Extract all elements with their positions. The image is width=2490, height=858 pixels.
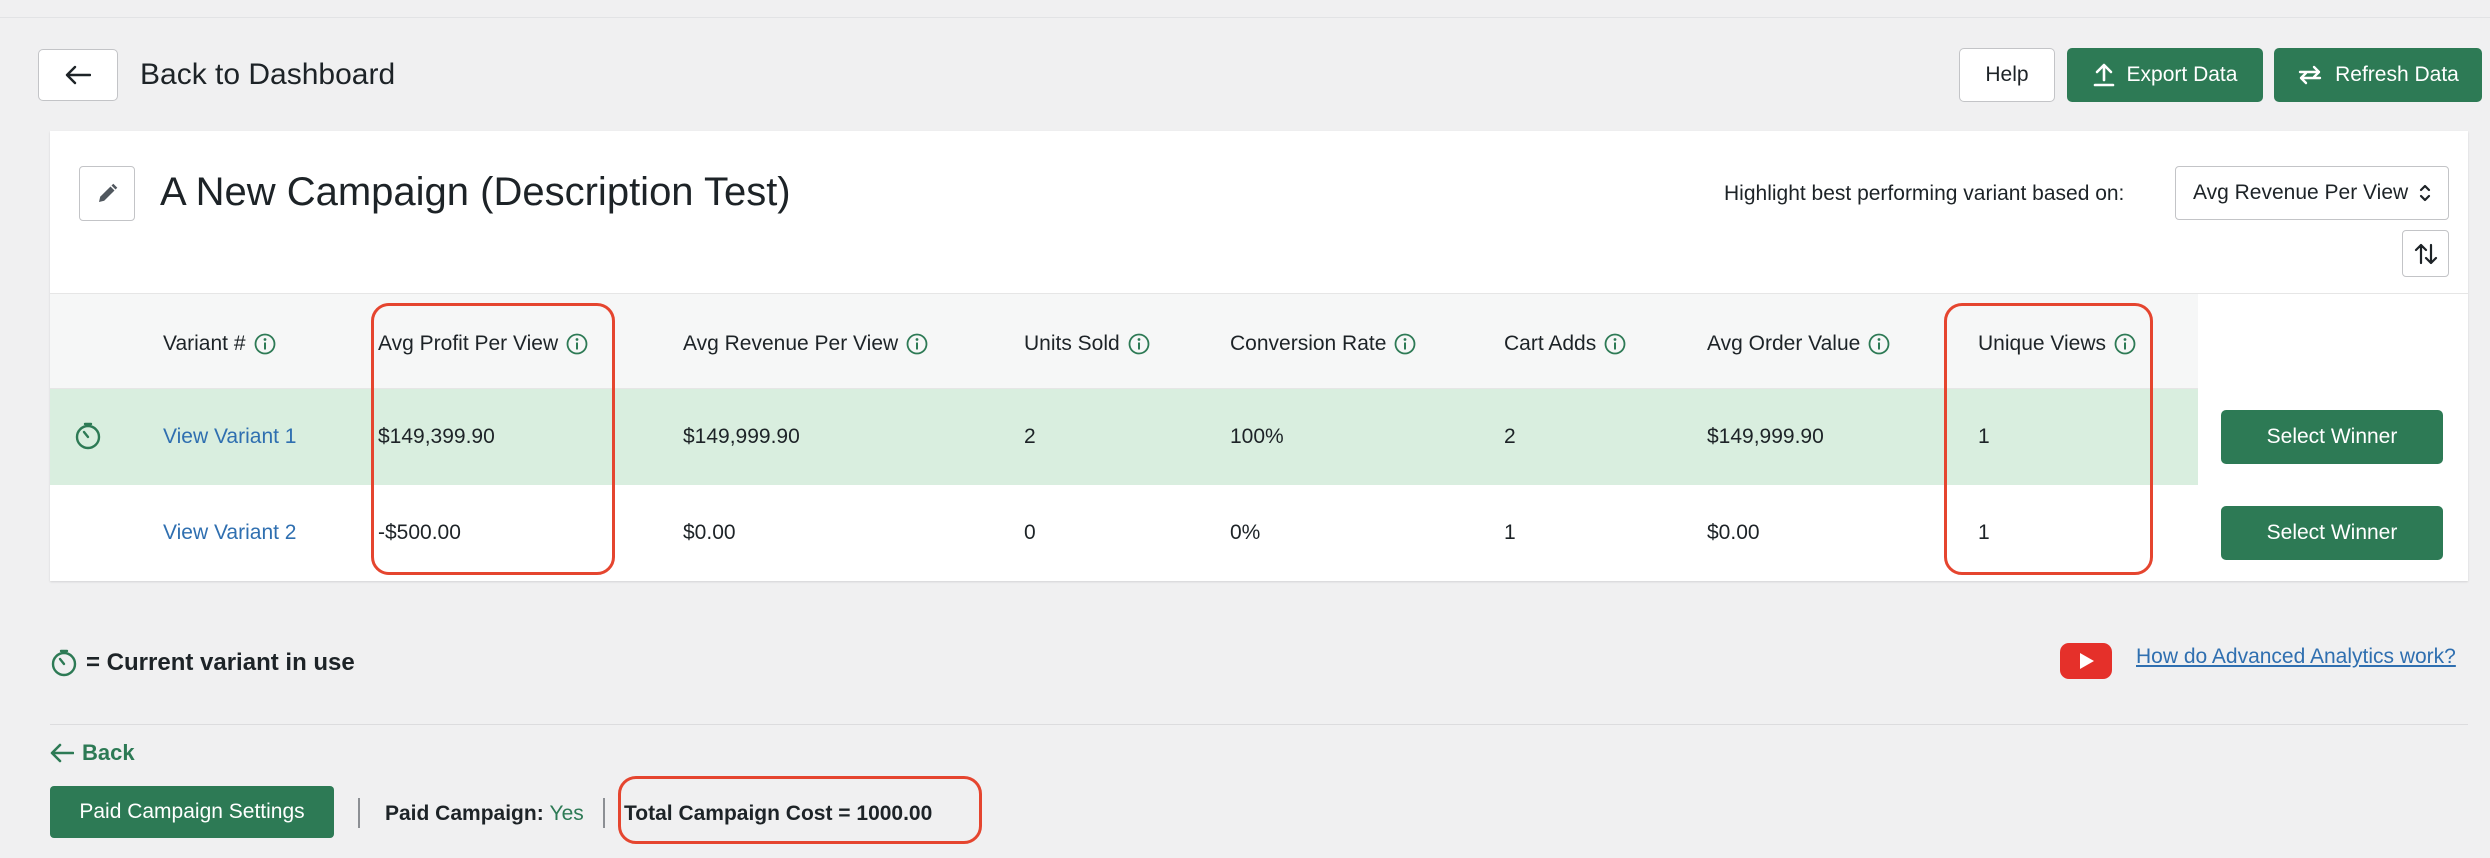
arrow-left-icon [50,743,74,763]
col-variant-label: Variant # [163,332,246,355]
refresh-data-label: Refresh Data [2335,63,2459,86]
current-variant-timer-icon [51,649,77,677]
highlight-variant-label: Highlight best performing variant based … [1724,182,2125,205]
view-variant-link[interactable]: View Variant 2 [163,519,296,547]
current-variant-timer-icon [75,422,101,450]
table-header: Variant # Avg Profit Per View Avg Revenu… [50,293,2468,390]
back-to-dashboard-title: Back to Dashboard [140,58,396,91]
advanced-analytics-help-link[interactable]: How do Advanced Analytics work? [2136,643,2456,671]
col-avg-revenue: Avg Revenue Per View [683,330,928,358]
info-icon[interactable] [906,333,928,355]
col-avg-order-value-label: Avg Order Value [1707,332,1861,355]
col-unique-views-label: Unique Views [1978,332,2107,355]
col-avg-revenue-label: Avg Revenue Per View [683,332,899,355]
col-variant: Variant # [163,330,276,358]
col-avg-order-value: Avg Order Value [1707,330,1890,358]
sort-arrows-icon [2414,243,2437,264]
separator [358,798,360,828]
sort-toggle-button[interactable] [2402,230,2449,277]
col-avg-profit-label: Avg Profit Per View [378,332,559,355]
cell-unique-views: 1 [1978,425,1990,448]
select-winner-button[interactable]: Select Winner [2221,506,2443,560]
divider [50,724,2468,725]
info-icon[interactable] [2114,333,2136,355]
highlight-metric-value: Avg Revenue Per View [2193,181,2409,204]
youtube-icon[interactable] [2060,643,2112,679]
refresh-data-button[interactable]: Refresh Data [2274,48,2482,102]
help-button[interactable]: Help [1959,48,2055,102]
info-icon[interactable] [1128,333,1150,355]
campaign-card: A New Campaign (Description Test) Highli… [50,131,2468,581]
top-bar [0,0,2490,18]
col-unique-views: Unique Views [1978,330,2136,358]
highlight-metric-select[interactable]: Avg Revenue Per View [2175,166,2449,220]
back-arrow-button[interactable] [38,49,118,101]
info-icon[interactable] [566,333,588,355]
cell-avg-revenue: $0.00 [683,521,736,544]
col-conversion-rate: Conversion Rate [1230,330,1416,358]
campaign-title: A New Campaign (Description Test) [160,170,791,214]
paid-campaign-value: Yes [549,802,584,825]
cell-units-sold: 2 [1024,425,1036,448]
info-icon[interactable] [1394,333,1416,355]
upload-icon [2093,63,2114,87]
col-conversion-rate-label: Conversion Rate [1230,332,1387,355]
cell-avg-order-value: $149,999.90 [1707,425,1824,448]
cell-unique-views: 1 [1978,521,1990,544]
select-winner-label: Select Winner [2266,521,2398,544]
cell-avg-revenue: $149,999.90 [683,425,800,448]
cell-conversion-rate: 0% [1230,521,1261,544]
pencil-icon [99,183,118,202]
total-campaign-cost: Total Campaign Cost = 1000.00 [624,802,933,825]
cell-avg-profit: $149,399.90 [378,425,495,448]
cell-conversion-rate: 100% [1230,425,1284,448]
refresh-arrows-icon [2298,65,2322,85]
paid-campaign-status: Paid Campaign: Yes [385,800,584,828]
cell-units-sold: 0 [1024,521,1036,544]
cell-cart-adds: 1 [1504,521,1516,544]
paid-campaign-label: Paid Campaign: [385,802,544,825]
back-link-label: Back [82,740,135,765]
help-button-label: Help [1985,63,2029,86]
table-row: View Variant 1 $149,399.90 $149,999.90 2… [50,389,2468,485]
view-variant-link[interactable]: View Variant 1 [163,423,296,451]
col-cart-adds: Cart Adds [1504,330,1626,358]
paid-campaign-settings-label: Paid Campaign Settings [79,800,305,823]
paid-campaign-settings-button[interactable]: Paid Campaign Settings [50,786,334,838]
cell-avg-profit: -$500.00 [378,521,461,544]
select-winner-button[interactable]: Select Winner [2221,410,2443,464]
col-cart-adds-label: Cart Adds [1504,332,1597,355]
table-row: View Variant 2 -$500.00 $0.00 0 0% 1 $0.… [50,485,2468,581]
select-arrows-icon [2419,184,2431,202]
back-link[interactable]: Back [50,740,135,766]
cell-avg-order-value: $0.00 [1707,521,1760,544]
header-action-cell [2198,294,2468,390]
current-variant-legend: = Current variant in use [50,648,355,678]
edit-campaign-button[interactable] [79,166,135,221]
cell-cart-adds: 2 [1504,425,1516,448]
info-icon[interactable] [1604,333,1626,355]
info-icon[interactable] [1868,333,1890,355]
info-icon[interactable] [254,333,276,355]
arrow-left-icon [65,65,91,85]
export-data-label: Export Data [2126,63,2238,86]
separator [603,798,605,828]
col-avg-profit: Avg Profit Per View [378,330,588,358]
col-units-sold: Units Sold [1024,330,1150,358]
select-winner-label: Select Winner [2266,425,2398,448]
legend-text: = Current variant in use [86,649,355,676]
export-data-button[interactable]: Export Data [2067,48,2263,102]
col-units-sold-label: Units Sold [1024,332,1120,355]
